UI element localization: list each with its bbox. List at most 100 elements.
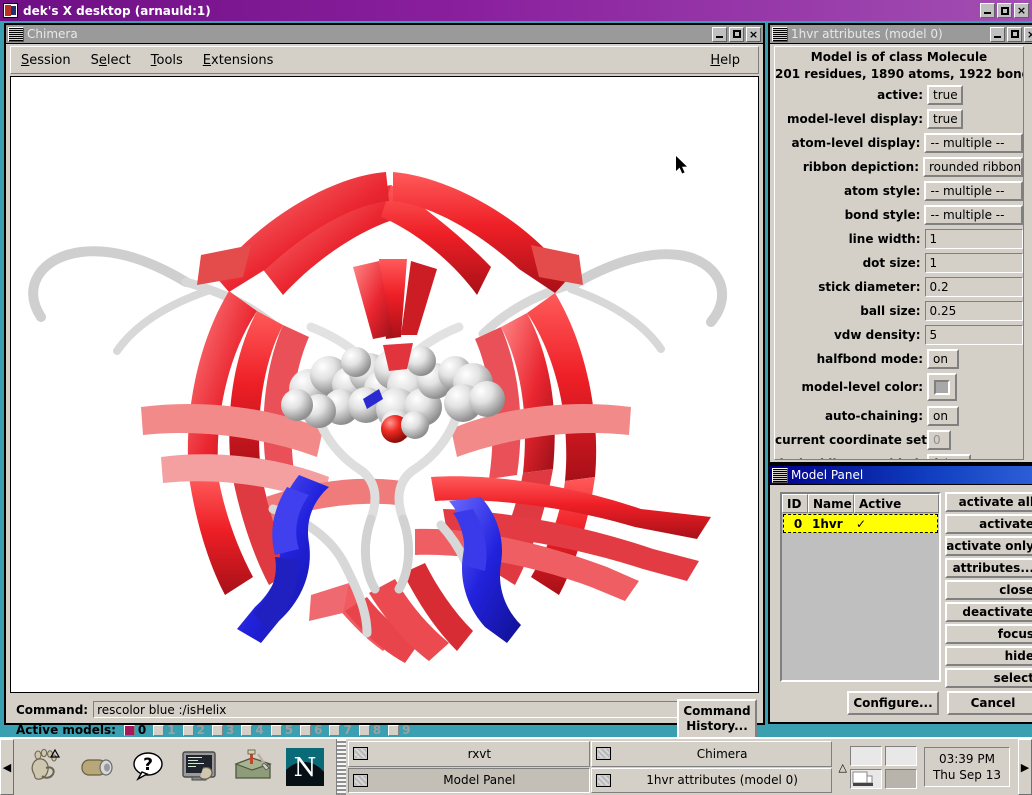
window-menu-icon[interactable] [8, 27, 24, 42]
attr-value-halfbond-mode[interactable]: on [927, 349, 959, 369]
task-rxvt[interactable]: rxvt [348, 741, 590, 767]
attr-value-atom-level-display[interactable]: -- multiple -- [924, 133, 1023, 153]
workspace-2[interactable] [885, 746, 917, 766]
window-menu-icon[interactable] [772, 468, 788, 483]
configure-button[interactable]: Configure... [847, 691, 939, 715]
terminal-icon[interactable] [180, 746, 222, 788]
attributes-maximize-button[interactable] [1007, 27, 1022, 42]
attr-value-stick-diameter[interactable]: 0.2 [925, 277, 1023, 297]
task-1hvr-attributes[interactable]: 1hvr attributes (model 0) [591, 768, 833, 794]
column-header-id[interactable]: ID [782, 494, 808, 513]
menu-session[interactable]: Session [11, 51, 81, 70]
model-list[interactable]: ID Name Active 0 1hvr ✓ [780, 492, 941, 682]
active-model-checkbox-0[interactable]: 0 [124, 723, 146, 737]
pager-arrow-icon[interactable]: △ [838, 761, 846, 774]
active-model-checkbox-9[interactable]: 9 [388, 723, 410, 737]
model-panel-titlebar[interactable]: Model Panel [770, 466, 1032, 485]
attr-row-current-coordinate-set: current coordinate set: 0 [775, 429, 1023, 450]
gnome-foot-icon[interactable] [24, 746, 66, 788]
active-model-checkbox-8[interactable]: 8 [359, 723, 381, 737]
menu-help[interactable]: Help [700, 51, 750, 70]
desktop-window-titlebar[interactable]: dek's X desktop (arnauld:1) × [0, 0, 1032, 21]
attributes-heading-class: Model is of class Molecule [775, 50, 1023, 64]
clock-applet[interactable]: 03:39 PM Thu Sep 13 [924, 747, 1010, 787]
active-model-checkbox-2[interactable]: 2 [183, 723, 205, 737]
workspace-3[interactable] [850, 769, 882, 789]
button-activate[interactable]: activate [945, 514, 1032, 534]
attr-value-dashed-lines-enabled[interactable]: false [927, 454, 971, 461]
panel-hide-right-button[interactable]: ▶ [1018, 739, 1032, 795]
attr-row-halfbond-mode: halfbond mode: on [775, 348, 1023, 369]
attr-value-line-width[interactable]: 1 [925, 229, 1023, 249]
chimera-close-button[interactable]: × [746, 27, 761, 42]
minimize-button[interactable] [980, 3, 995, 18]
chimera-minimize-button[interactable] [712, 27, 727, 42]
attr-value-atom-style[interactable]: -- multiple -- [924, 181, 1023, 201]
help-icon[interactable]: ? [128, 746, 170, 788]
workspace-1[interactable] [850, 746, 882, 766]
model-row-id: 0 [784, 517, 812, 531]
attr-row-dot-size: dot size: 1 [775, 252, 1023, 273]
checkbox-icon [183, 725, 194, 736]
attributes-close-button[interactable]: × [1024, 27, 1032, 42]
toolbox-icon[interactable] [232, 746, 274, 788]
column-header-active[interactable]: Active [854, 494, 939, 513]
menu-extensions[interactable]: Extensions [193, 51, 284, 70]
chimera-titlebar[interactable]: Chimera × [6, 25, 763, 44]
attr-label-model-level-color: model-level color: [775, 380, 927, 394]
active-model-checkbox-5[interactable]: 5 [271, 723, 293, 737]
attr-value-dot-size[interactable]: 1 [925, 253, 1023, 273]
active-model-number: 6 [314, 723, 322, 737]
button-attributes[interactable]: attributes... [945, 558, 1032, 578]
chimera-menubar: Session Select Tools Extensions Help [10, 46, 759, 74]
chimera-3d-viewport[interactable] [10, 76, 759, 693]
attributes-titlebar[interactable]: 1hvr attributes (model 0) × [770, 25, 1032, 44]
attr-value-bond-style[interactable]: -- multiple -- [924, 205, 1023, 225]
window-icon [596, 774, 611, 787]
button-activate-all[interactable]: activate all [945, 492, 1032, 512]
active-model-checkbox-3[interactable]: 3 [212, 723, 234, 737]
command-input[interactable]: rescolor blue :/isHelix [93, 701, 693, 718]
task-model-panel[interactable]: Model Panel [348, 768, 590, 794]
attr-value-ribbon-depiction[interactable]: rounded ribbon [923, 157, 1023, 177]
cancel-button[interactable]: Cancel [947, 691, 1032, 715]
button-deactivate[interactable]: deactivate [945, 602, 1032, 622]
active-model-checkbox-6[interactable]: 6 [300, 723, 322, 737]
attr-row-atom-style: atom style: -- multiple -- [775, 180, 1023, 201]
model-panel-title-text: Model Panel [791, 468, 1032, 482]
button-focus[interactable]: focus [945, 624, 1032, 644]
lock-screen-icon[interactable] [76, 746, 118, 788]
attributes-window-buttons: × [990, 27, 1032, 42]
tasklist-drag-handle[interactable] [336, 739, 346, 795]
task-chimera[interactable]: Chimera [591, 741, 833, 767]
attr-value-auto-chaining[interactable]: on [927, 406, 959, 426]
workspace-4[interactable] [885, 769, 917, 789]
attr-value-active[interactable]: true [927, 85, 963, 105]
attributes-minimize-button[interactable] [990, 27, 1005, 42]
menu-select[interactable]: Select [81, 51, 141, 70]
attr-value-ball-size[interactable]: 0.25 [925, 301, 1023, 321]
netscape-icon[interactable]: N [284, 746, 326, 788]
attr-value-vdw-density[interactable]: 5 [925, 325, 1023, 345]
button-hide[interactable]: hide [945, 646, 1032, 666]
clock-time: 03:39 PM [939, 751, 995, 767]
desktop-window-title: dek's X desktop (arnauld:1) [23, 4, 211, 18]
attr-value-model-level-display[interactable]: true [927, 109, 963, 129]
menu-tools[interactable]: Tools [141, 51, 193, 70]
window-menu-icon[interactable] [772, 27, 788, 42]
active-model-checkbox-7[interactable]: 7 [329, 723, 351, 737]
button-select[interactable]: select [945, 668, 1032, 688]
model-list-row[interactable]: 0 1hvr ✓ [783, 514, 938, 533]
command-history-button[interactable]: Command History... [677, 699, 757, 739]
button-activate-only[interactable]: activate only [945, 536, 1032, 556]
checkbox-icon [300, 725, 311, 736]
close-button[interactable]: × [1014, 3, 1029, 18]
maximize-button[interactable] [997, 3, 1012, 18]
button-close[interactable]: close [945, 580, 1032, 600]
model-level-color-swatch-button[interactable] [927, 373, 957, 401]
active-model-checkbox-4[interactable]: 4 [241, 723, 263, 737]
column-header-name[interactable]: Name [808, 494, 854, 513]
active-model-checkbox-1[interactable]: 1 [153, 723, 175, 737]
chimera-maximize-button[interactable] [729, 27, 744, 42]
panel-hide-left-button[interactable]: ◀ [0, 739, 14, 795]
